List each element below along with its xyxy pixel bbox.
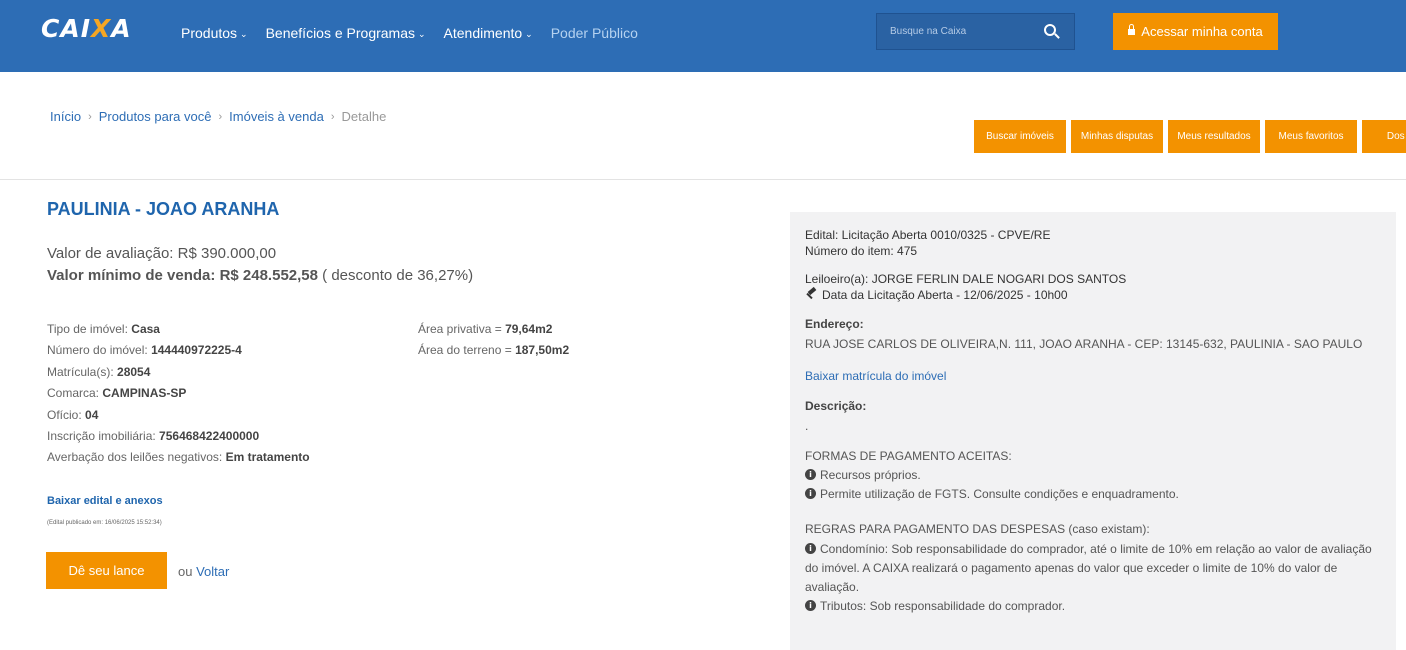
divider: [0, 179, 1406, 180]
payment-title: FORMAS DE PAGAMENTO ACEITAS:: [805, 449, 1012, 463]
edital-info: Edital: Licitação Aberta 0010/0325 - CPV…: [805, 228, 1051, 242]
chevron-right-icon: ›: [218, 110, 223, 123]
back-link[interactable]: Voltar: [196, 564, 229, 579]
breadcrumb: Início › Produtos para você › Imóveis à …: [50, 109, 386, 124]
info-icon: i: [805, 600, 816, 612]
breadcrumb-inicio[interactable]: Início: [50, 109, 81, 124]
nav-poder-publico[interactable]: Poder Público: [551, 25, 638, 41]
address-text: RUA JOSE CARLOS DE OLIVEIRA,N. 111, JOAO…: [805, 337, 1363, 351]
info-icon: i: [805, 469, 816, 481]
payment-item: i Recursos próprios.: [805, 467, 1381, 483]
info-icon: i: [805, 488, 816, 500]
valuation-value: R$ 390.000,00: [177, 245, 277, 262]
discount-text: ( desconto de 36,27%): [322, 267, 474, 284]
login-button[interactable]: Acessar minha conta: [1113, 13, 1278, 50]
property-details: Tipo de imóvel: Casa Número do imóvel: 1…: [47, 321, 310, 471]
breadcrumb-produtos[interactable]: Produtos para você: [99, 109, 212, 124]
minhas-disputas-button[interactable]: Minhas disputas: [1071, 120, 1163, 153]
chevron-down-icon: ⌄: [418, 28, 426, 39]
lock-icon: [1128, 23, 1136, 35]
payment-item: i Permite utilização de FGTS. Consulte co…: [805, 486, 1381, 502]
leiloeiro-info: Leiloeiro(a): JORGE FERLIN DALE NOGARI D…: [805, 272, 1127, 286]
area-row: Área do terreno = 187,50m2: [418, 343, 570, 358]
detail-row: Ofício: 04: [47, 407, 99, 422]
back-line: ou Voltar: [178, 564, 230, 579]
nav-produtos[interactable]: Produtos ⌄: [181, 25, 248, 41]
edital-date: (Edital publicado em: 16/06/2025 15:52:3…: [47, 520, 162, 526]
detail-row: Comarca: CAMPINAS-SP: [47, 386, 187, 401]
area-row: Área privativa = 79,64m2: [418, 322, 553, 336]
detail-row: Averbação dos leilões negativos: Em trat…: [47, 450, 310, 465]
info-panel: Edital: Licitação Aberta 0010/0325 - CPV…: [790, 212, 1396, 650]
chevron-right-icon: ›: [88, 110, 92, 123]
detail-row: Matrícula(s): 28054: [47, 364, 151, 379]
property-title: PAULINIA - JOAO ARANHA: [47, 199, 280, 219]
caixa-logo[interactable]: CAIXA: [41, 14, 132, 43]
search-icon[interactable]: [1044, 24, 1056, 36]
breadcrumb-imoveis[interactable]: Imóveis à venda: [229, 109, 324, 124]
search-box: [876, 13, 1075, 50]
rules-item: i Tributos: Sob responsabilidade do compr…: [805, 597, 1381, 616]
chevron-down-icon: ⌄: [240, 28, 248, 39]
nav-beneficios[interactable]: Benefícios e Programas ⌄: [266, 25, 426, 41]
description-text: .: [805, 419, 809, 433]
valuation-line: Valor de avaliação: R$ 390.000,00: [47, 245, 277, 262]
property-areas: Área privativa = 79,64m2 Área do terreno…: [418, 321, 569, 364]
rules-title: REGRAS PARA PAGAMENTO DAS DESPESAS (caso…: [805, 522, 1150, 536]
auction-date: Data da Licitação Aberta - 12/06/2025 - …: [805, 287, 1381, 303]
action-buttons: Buscar imóveis Minhas disputas Meus resu…: [974, 120, 1406, 153]
nav-atendimento[interactable]: Atendimento ⌄: [444, 25, 533, 41]
buscar-imoveis-button[interactable]: Buscar imóveis: [974, 120, 1066, 153]
minimum-price-line: Valor mínimo de venda: R$ 248.552,58 ( d…: [47, 267, 474, 284]
info-icon: i: [805, 543, 816, 555]
chevron-right-icon: ›: [330, 110, 335, 123]
download-matricula-link[interactable]: Baixar matrícula do imóvel: [805, 369, 946, 383]
minimum-price-value: R$ 248.552,58: [219, 267, 318, 284]
download-edital-link[interactable]: Baixar edital e anexos: [47, 495, 163, 507]
detail-row: Tipo de imóvel: Casa: [47, 322, 160, 336]
main-nav: Produtos ⌄ Benefícios e Programas ⌄ Atendi…: [181, 25, 638, 41]
rules-item: i Condomínio: Sob responsabilidade do com…: [805, 542, 1372, 594]
dos-cada-button[interactable]: Dos cada: [1362, 120, 1406, 153]
detail-row: Número do imóvel: 144440972225-4: [47, 343, 242, 358]
item-number: Número do item: 475: [805, 244, 918, 258]
meus-resultados-button[interactable]: Meus resultados: [1168, 120, 1260, 153]
detail-row: Inscrição imobiliária: 756468422400000: [47, 428, 260, 443]
breadcrumb-current: Detalhe: [341, 109, 387, 124]
address-label: Endereço:: [805, 317, 864, 331]
search-input[interactable]: [877, 14, 1037, 49]
chevron-down-icon: ⌄: [525, 28, 533, 39]
gavel-icon: [805, 289, 817, 300]
bid-button[interactable]: Dê seu lance: [46, 552, 167, 589]
top-header: CAIXA Produtos ⌄ Benefícios e Programas ⌄ …: [0, 0, 1406, 72]
description-label: Descrição:: [805, 399, 867, 413]
meus-favoritos-button[interactable]: Meus favoritos: [1265, 120, 1357, 153]
